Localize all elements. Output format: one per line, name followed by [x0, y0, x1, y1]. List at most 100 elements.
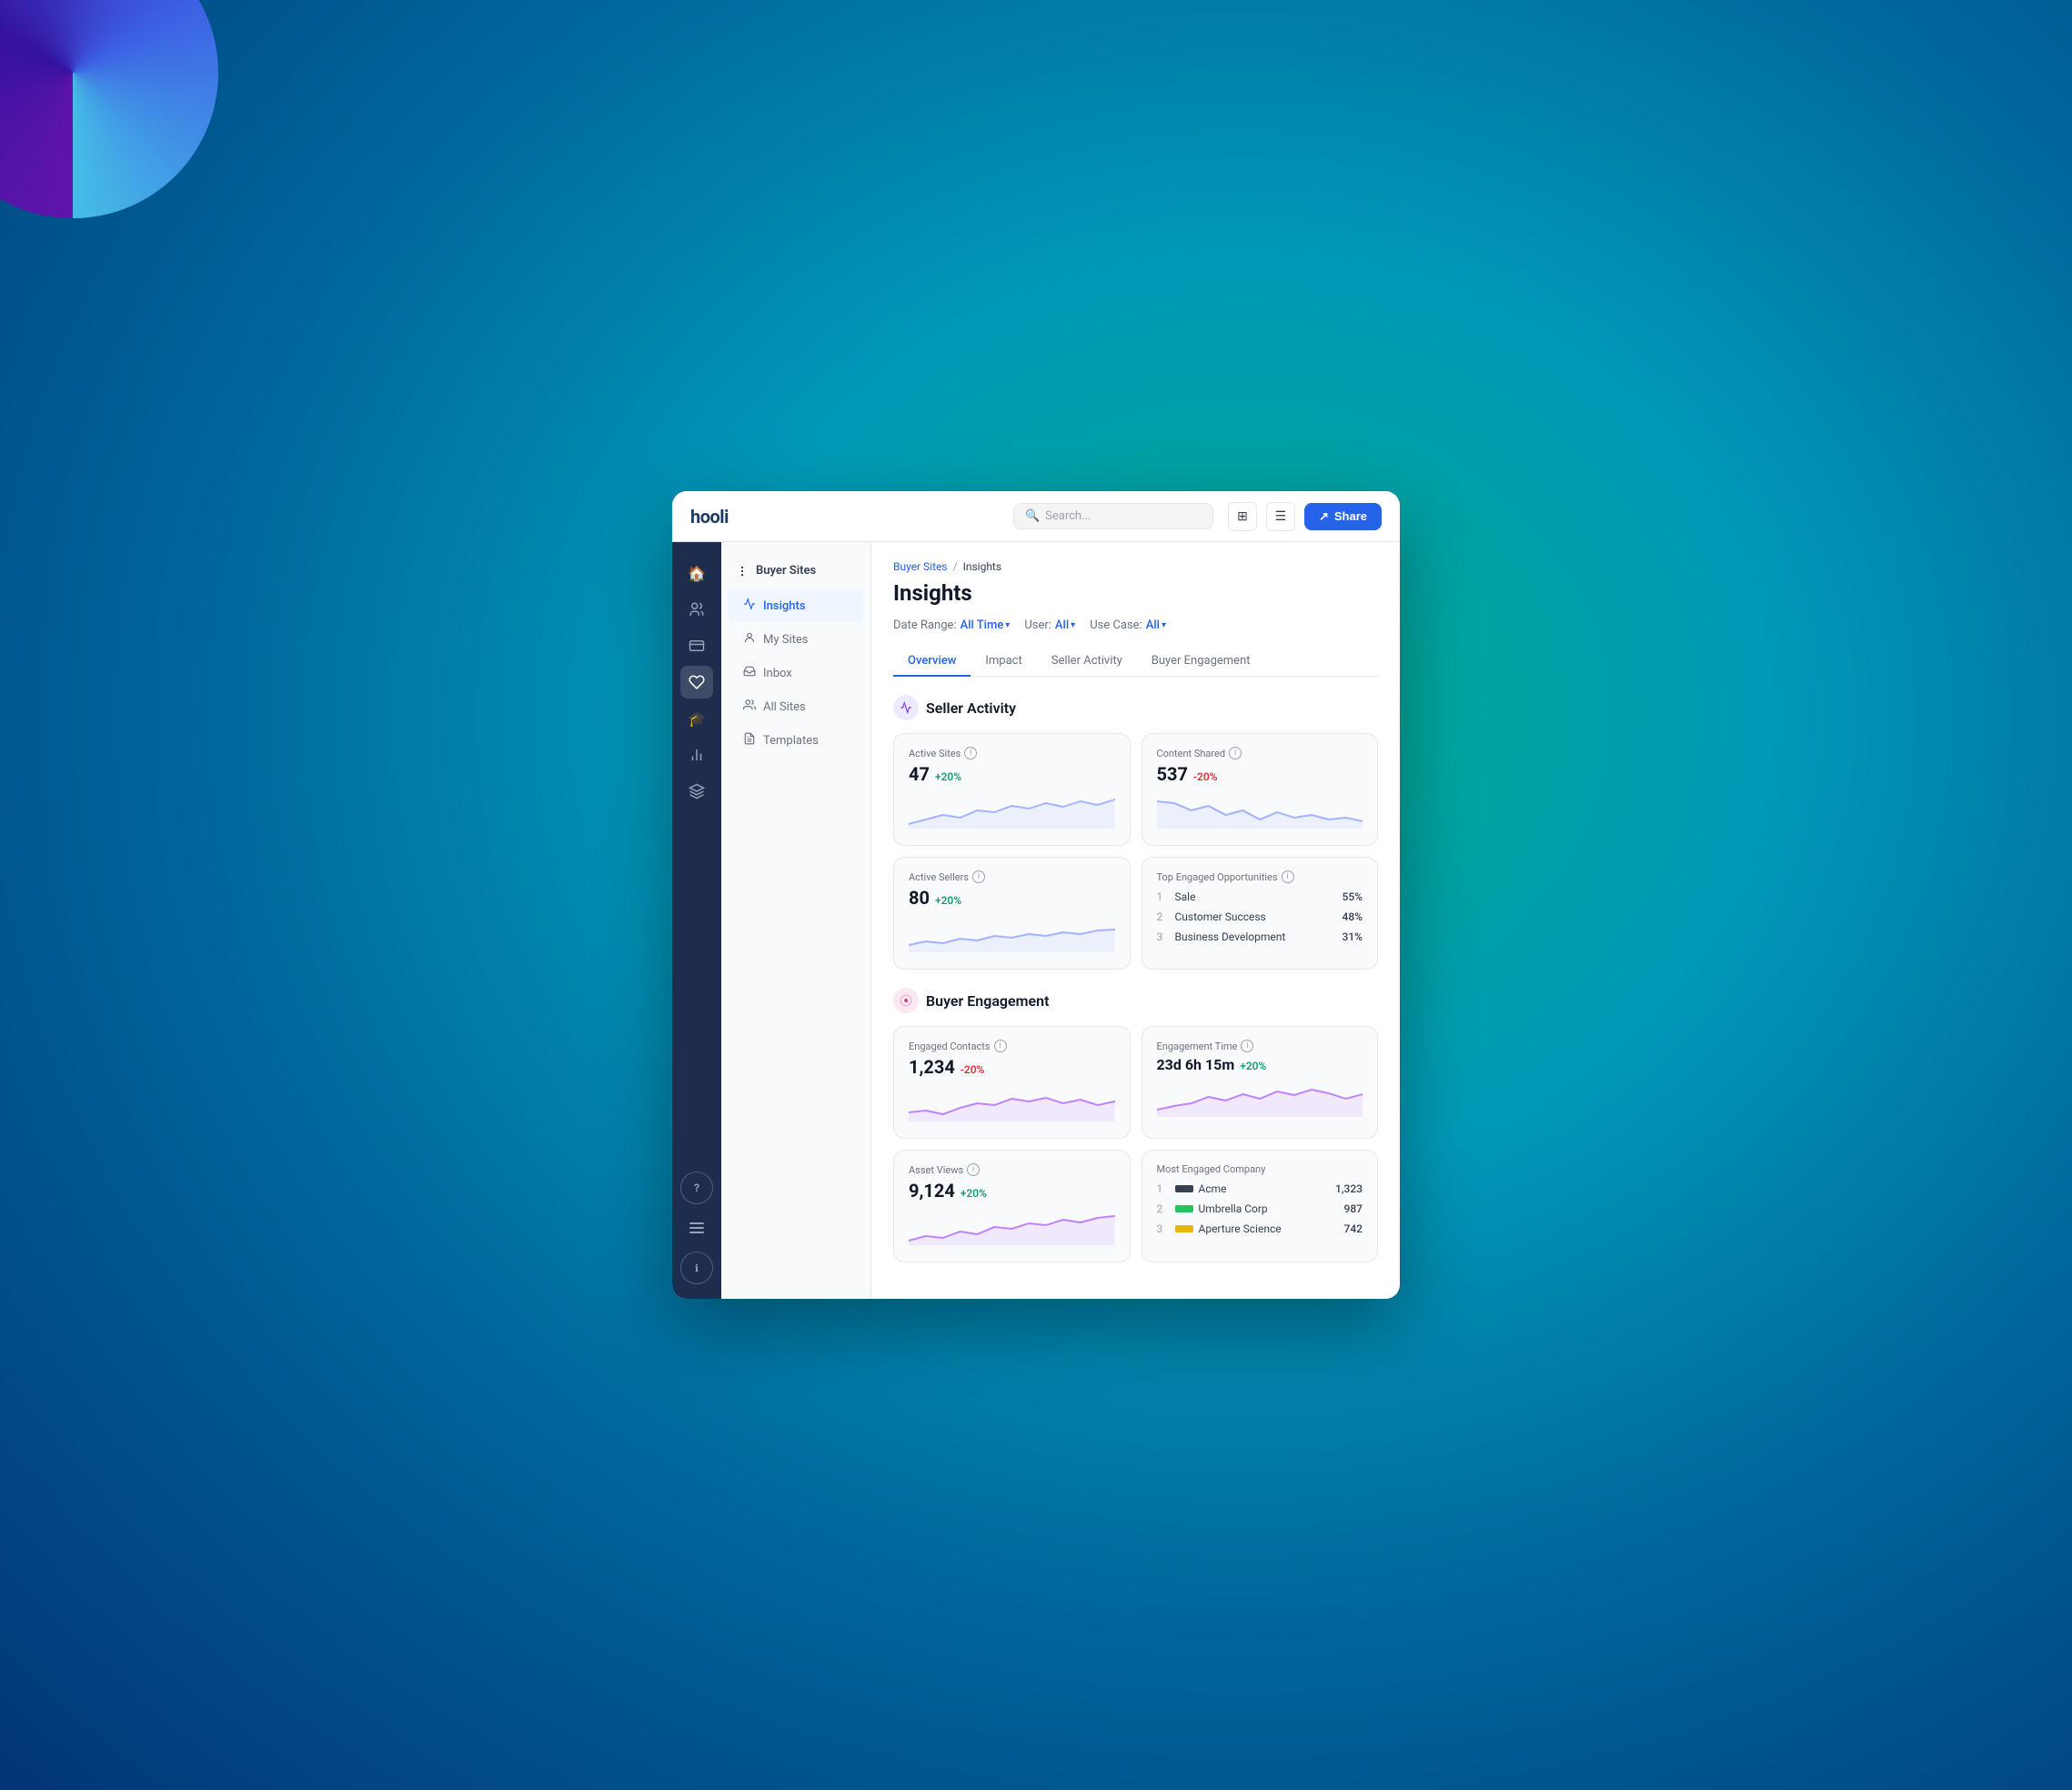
company-item-1: 1 Acme 1,323 [1157, 1179, 1363, 1199]
active-sellers-value: 80 +20% [909, 887, 1115, 909]
sidebar-item-templates[interactable]: Templates [729, 724, 863, 757]
opp-rank-3: 3 [1157, 930, 1168, 943]
nav-home[interactable]: 🏠 [680, 557, 713, 589]
sidebar-item-insights[interactable]: Insights [729, 589, 863, 622]
company-count-3: 742 [1344, 1222, 1363, 1235]
sidebar-item-all-sites[interactable]: All Sites [729, 690, 863, 723]
tab-buyer-engagement[interactable]: Buyer Engagement [1137, 647, 1265, 677]
user-value[interactable]: All ▾ [1055, 618, 1075, 632]
inbox-icon [743, 665, 756, 681]
tab-overview[interactable]: Overview [893, 647, 971, 677]
header: hooli 🔍 Search... ⊞ ☰ ↗ Share [672, 491, 1400, 542]
app-window: hooli 🔍 Search... ⊞ ☰ ↗ Share 🏠 [672, 491, 1400, 1299]
nav-analytics[interactable] [680, 739, 713, 771]
engaged-contacts-info[interactable]: i [994, 1040, 1007, 1052]
main-content: Buyer Sites / Insights Insights Date Ran… [871, 542, 1400, 1299]
content-shared-change: -20% [1193, 770, 1218, 783]
share-label: Share [1334, 509, 1367, 523]
tab-impact[interactable]: Impact [971, 647, 1036, 677]
body-layout: 🏠 🎓 ? ℹ [672, 542, 1400, 1299]
opp-pct-3: 31% [1343, 930, 1363, 943]
top-engaged-info[interactable]: i [1282, 870, 1294, 883]
use-case-value[interactable]: All ▾ [1146, 618, 1166, 632]
date-range-value[interactable]: All Time ▾ [961, 618, 1011, 632]
use-case-filter: Use Case: All ▾ [1090, 618, 1166, 632]
content-shared-label: Content Shared i [1157, 747, 1363, 759]
tab-seller-activity[interactable]: Seller Activity [1037, 647, 1137, 677]
active-sites-change: +20% [935, 770, 961, 783]
metric-active-sellers: Active Sellers i 80 +20% [893, 857, 1131, 970]
company-list: 1 Acme 1,323 2 Umbrella Corp 987 3 [1157, 1179, 1363, 1239]
templates-icon [743, 732, 756, 749]
active-sellers-sparkline [909, 916, 1115, 952]
buyer-engagement-title: Buyer Engagement [926, 992, 1049, 1010]
logo: hooli [690, 506, 729, 528]
nav-layers[interactable] [680, 775, 713, 808]
active-sellers-label: Active Sellers i [909, 870, 1115, 883]
opp-item-1: 1 Sale 55% [1157, 887, 1363, 907]
list-view-button[interactable]: ☰ [1266, 502, 1295, 531]
search-placeholder: Search... [1045, 509, 1091, 523]
active-sellers-change: +20% [935, 894, 961, 907]
breadcrumb-parent[interactable]: Buyer Sites [893, 560, 948, 573]
metric-engagement-time: Engagement Time i 23d 6h 15m +20% [1142, 1026, 1379, 1139]
nav-deals[interactable] [680, 666, 713, 699]
content-shared-info[interactable]: i [1229, 747, 1242, 759]
engaged-contacts-sparkline [909, 1085, 1115, 1121]
use-case-label: Use Case: [1090, 618, 1142, 632]
buyer-metrics-grid: Engaged Contacts i 1,234 -20% En [893, 1026, 1378, 1262]
asset-views-change: +20% [961, 1187, 987, 1200]
company-swatch-1 [1175, 1185, 1193, 1192]
sidebar-section-label: Buyer Sites [756, 564, 816, 578]
nav-help[interactable]: ? [680, 1172, 713, 1204]
opp-rank-2: 2 [1157, 910, 1168, 923]
sidebar-my-sites-label: My Sites [763, 633, 808, 647]
opp-name-3: Business Development [1175, 930, 1343, 943]
header-actions: ⊞ ☰ ↗ Share [1228, 502, 1382, 531]
use-case-chevron: ▾ [1162, 620, 1166, 630]
search-icon: 🔍 [1025, 509, 1040, 523]
asset-views-sparkline [909, 1209, 1115, 1245]
opp-pct-2: 48% [1343, 910, 1363, 923]
sidebar-insights-label: Insights [763, 599, 806, 613]
user-chevron: ▾ [1071, 620, 1075, 630]
company-name-1: Acme [1199, 1182, 1336, 1195]
active-sites-sparkline [909, 792, 1115, 829]
engaged-contacts-label: Engaged Contacts i [909, 1040, 1115, 1052]
company-swatch-3 [1175, 1225, 1193, 1232]
filter-bar: Date Range: All Time ▾ User: All ▾ Use C… [893, 618, 1378, 632]
engagement-time-sparkline [1157, 1081, 1363, 1117]
metric-asset-views: Asset Views i 9,124 +20% [893, 1150, 1131, 1262]
metric-most-engaged-company: Most Engaged Company 1 Acme 1,323 2 Umb [1142, 1150, 1379, 1262]
active-sites-info[interactable]: i [964, 747, 977, 759]
search-bar[interactable]: 🔍 Search... [1013, 503, 1213, 529]
nav-menu[interactable] [680, 1212, 713, 1244]
sidebar-templates-label: Templates [763, 734, 819, 748]
share-button[interactable]: ↗ Share [1304, 503, 1382, 530]
buyer-engagement-heading: Buyer Engagement [893, 988, 1378, 1013]
asset-views-info[interactable]: i [967, 1163, 980, 1176]
my-sites-icon [743, 631, 756, 648]
seller-metrics-grid: Active Sites i 47 +20% Content S [893, 733, 1378, 970]
date-range-filter: Date Range: All Time ▾ [893, 618, 1010, 632]
metric-content-shared: Content Shared i 537 -20% [1142, 733, 1379, 846]
nav-learning[interactable]: 🎓 [680, 702, 713, 735]
grid-view-button[interactable]: ⊞ [1228, 502, 1257, 531]
engagement-time-info[interactable]: i [1241, 1040, 1253, 1052]
nav-card[interactable] [680, 629, 713, 662]
opp-item-3: 3 Business Development 31% [1157, 927, 1363, 947]
active-sellers-info[interactable]: i [972, 870, 985, 883]
engagement-time-value: 23d 6h 15m +20% [1157, 1056, 1363, 1073]
company-rank-3: 3 [1157, 1222, 1168, 1235]
nav-contacts[interactable] [680, 593, 713, 626]
metric-engaged-contacts: Engaged Contacts i 1,234 -20% [893, 1026, 1131, 1139]
all-sites-icon [743, 699, 756, 715]
buyer-engagement-icon [893, 988, 919, 1013]
sidebar-item-my-sites[interactable]: My Sites [729, 623, 863, 656]
nav-profile[interactable]: ℹ [680, 1252, 713, 1284]
sidebar-all-sites-label: All Sites [763, 700, 806, 714]
company-name-2: Umbrella Corp [1199, 1202, 1344, 1215]
sidebar-item-inbox[interactable]: Inbox [729, 657, 863, 689]
company-item-2: 2 Umbrella Corp 987 [1157, 1199, 1363, 1219]
user-label: User: [1024, 618, 1051, 632]
